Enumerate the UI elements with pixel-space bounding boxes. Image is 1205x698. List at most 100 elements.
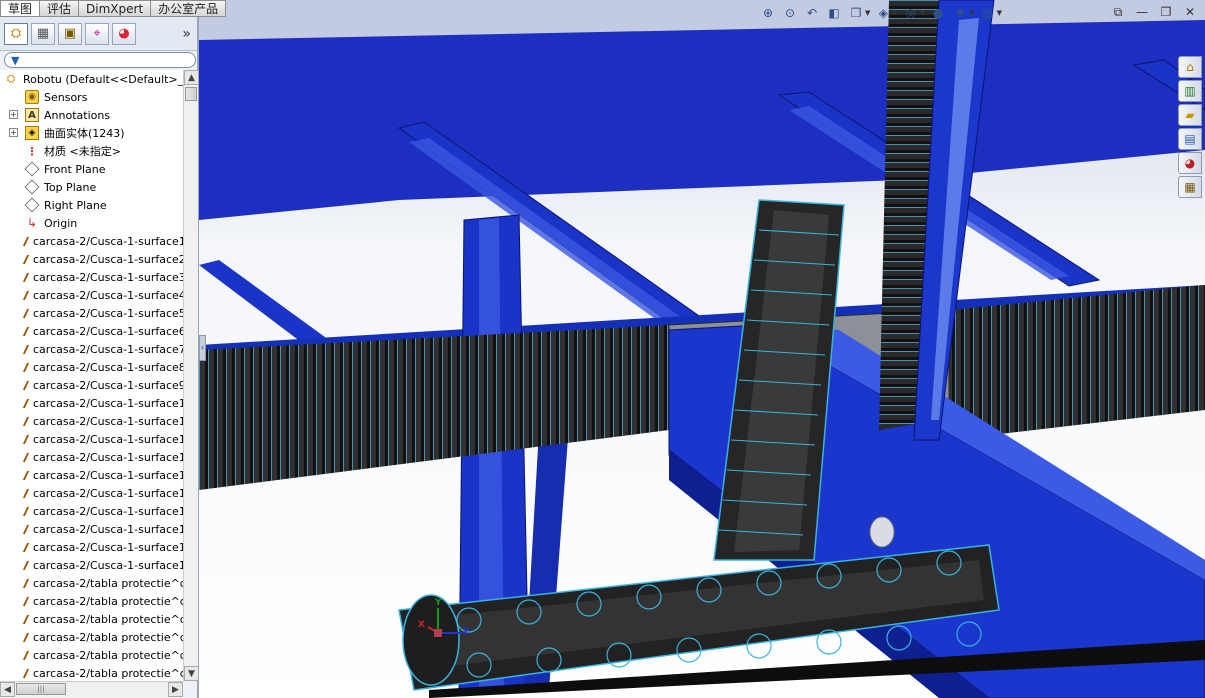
- surface-body-label: carcasa-2/Cusca-1-surface1(: [33, 396, 183, 410]
- surface-body-item[interactable]: carcasa-2/Cusca-1-surface1: [0, 412, 183, 430]
- surface-body-item[interactable]: carcasa-2/tabla protectie^ca: [0, 646, 183, 664]
- surface-body-item[interactable]: carcasa-2/Cusca-1-surface3: [0, 268, 183, 286]
- tree-root-assembly[interactable]: ⛭ Robotu (Default<<Default>_Dis: [0, 70, 183, 88]
- surface-body-item[interactable]: carcasa-2/tabla protectie^ca: [0, 592, 183, 610]
- scroll-right-arrow-icon[interactable]: ▶: [168, 682, 183, 697]
- tree-item[interactable]: + A Annotations: [0, 106, 183, 124]
- tab-sketch[interactable]: 草图: [0, 0, 41, 17]
- feature-tree-filter[interactable]: ▼: [4, 52, 196, 68]
- display-manager-tab[interactable]: ◕: [112, 22, 136, 45]
- tree-horizontal-scrollbar[interactable]: ◀ ||| ▶: [0, 681, 183, 697]
- tree-item[interactable]: ◉ Sensors: [0, 88, 183, 106]
- surface-body-item[interactable]: carcasa-2/Cusca-1-surface4: [0, 286, 183, 304]
- tree-items: ◉ Sensors + A Annotations + ◈ 曲面实体(1243) ⋮ 材质 <未指…: [0, 88, 183, 232]
- view-settings-icon[interactable]: ▤: [979, 4, 997, 22]
- funnel-icon: ▼: [11, 54, 20, 67]
- triad-x-label: X: [418, 620, 425, 630]
- surface-body-item[interactable]: carcasa-2/Cusca-1-surface1(: [0, 502, 183, 520]
- surface-body-item[interactable]: carcasa-2/Cusca-1-surface1{: [0, 538, 183, 556]
- tab-evaluate[interactable]: 评估: [40, 0, 80, 17]
- surface-body-item[interactable]: carcasa-2/Cusca-1-surface2: [0, 250, 183, 268]
- tree-vertical-scrollbar[interactable]: ▲ ▼: [183, 70, 199, 681]
- apply-scene-icon[interactable]: ✱: [951, 4, 969, 22]
- file-explorer-icon[interactable]: ▰: [1178, 104, 1202, 126]
- surface-body-item[interactable]: carcasa-2/Cusca-1-surface1·: [0, 466, 183, 484]
- triad-y-label: Y: [435, 598, 442, 608]
- surface-body-item[interactable]: carcasa-2/Cusca-1-surface1: [0, 484, 183, 502]
- expand-plus-icon[interactable]: +: [9, 128, 18, 137]
- display-style-icon[interactable]: ◈: [874, 4, 892, 22]
- surface-body-item[interactable]: carcasa-2/Cusca-1-surface1(: [0, 394, 183, 412]
- tab-office-products[interactable]: 办公室产品: [151, 0, 227, 17]
- configuration-icon: ▣: [63, 26, 77, 41]
- surface-body-item[interactable]: carcasa-2/tabla protectie^ca: [0, 574, 183, 592]
- feature-tree-tab[interactable]: ⛭: [4, 22, 28, 45]
- dropdown-arrow-icon[interactable]: ▼: [997, 9, 1002, 17]
- surface-body-item[interactable]: carcasa-2/Cusca-1-surface5: [0, 304, 183, 322]
- surface-body-label: carcasa-2/Cusca-1-surface5: [33, 306, 183, 320]
- pane-splitter-handle[interactable]: ‹: [199, 335, 206, 361]
- minimize-icon[interactable]: —: [1131, 4, 1153, 20]
- scroll-thumb[interactable]: [185, 87, 197, 101]
- close-icon[interactable]: ✕: [1179, 4, 1201, 20]
- design-library-icon[interactable]: ▥: [1178, 80, 1202, 102]
- hide-show-icon[interactable]: ◎: [902, 4, 920, 22]
- view-palette-icon[interactable]: ▤: [1178, 128, 1202, 150]
- dropdown-arrow-icon[interactable]: ▼: [969, 9, 974, 17]
- appearances-icon[interactable]: ◕: [1178, 152, 1202, 174]
- surface-body-label: carcasa-2/tabla protectie^ca: [33, 630, 183, 644]
- surface-body-item[interactable]: carcasa-2/Cusca-1-surface1: [0, 520, 183, 538]
- surface-body-item[interactable]: carcasa-2/tabla protectie^ca: [0, 664, 183, 681]
- surface-body-item[interactable]: carcasa-2/tabla protectie^ca: [0, 628, 183, 646]
- tree-item[interactable]: Front Plane: [0, 160, 183, 178]
- scroll-down-arrow-icon[interactable]: ▼: [184, 666, 199, 681]
- surface-body-item[interactable]: carcasa-2/tabla protectie^ca: [0, 610, 183, 628]
- expand-plus-icon[interactable]: +: [9, 110, 18, 119]
- dimxpert-manager-tab[interactable]: ⌖: [85, 22, 109, 45]
- restore-icon[interactable]: ❐: [1155, 4, 1177, 20]
- zoom-to-area-icon[interactable]: ⊙: [781, 4, 799, 22]
- custom-properties-icon[interactable]: ▦: [1178, 176, 1202, 198]
- surface-body-icon: [22, 308, 30, 318]
- surface-body-item[interactable]: carcasa-2/Cusca-1-surface9: [0, 376, 183, 394]
- surface-body-item[interactable]: carcasa-2/Cusca-1-surface1: [0, 232, 183, 250]
- tile-window-icon[interactable]: ⧉: [1107, 4, 1129, 20]
- surface-body-item[interactable]: carcasa-2/Cusca-1-surface1!: [0, 556, 183, 574]
- scroll-left-arrow-icon[interactable]: ◀: [0, 682, 15, 697]
- dropdown-arrow-icon[interactable]: ▼: [920, 9, 925, 17]
- surface-body-icon: [22, 416, 30, 426]
- home-icon[interactable]: ⌂: [1178, 56, 1202, 78]
- tree-item[interactable]: + ◈ 曲面实体(1243): [0, 124, 183, 142]
- dropdown-arrow-icon[interactable]: ▼: [865, 9, 870, 17]
- feature-manager-tab-bar: ⛭ ▦ ▣ ⌖ ◕ »: [0, 17, 197, 51]
- view-orientation-icon[interactable]: ❐: [847, 4, 865, 22]
- surface-body-item[interactable]: carcasa-2/Cusca-1-surface6: [0, 322, 183, 340]
- more-tabs-chevron[interactable]: »: [182, 26, 191, 42]
- surface-body-item[interactable]: carcasa-2/Cusca-1-surface7: [0, 340, 183, 358]
- surface-body-item[interactable]: carcasa-2/Cusca-1-surface1:: [0, 448, 183, 466]
- graphics-area[interactable]: ⊕ ⊙ ↶ ◧ ❐ ▼ ◈ ▼ ◎ ▼ ● ✱ ▼ ▤ ▼ ⧉ — ❐ ✕ ⌂ ▥ ▰ ▤ ◕ ▦ Y: [199, 0, 1205, 698]
- tree-item[interactable]: ⋮ 材质 <未指定>: [0, 142, 183, 160]
- horizontal-scroll-thumb[interactable]: |||: [16, 683, 66, 695]
- tree-item-label: Origin: [44, 216, 78, 230]
- edit-appearance-icon[interactable]: ●: [929, 4, 947, 22]
- surface-body-icon: [22, 632, 30, 642]
- zoom-to-fit-icon[interactable]: ⊕: [759, 4, 777, 22]
- section-view-icon[interactable]: ◧: [825, 4, 843, 22]
- tree-item[interactable]: Right Plane: [0, 196, 183, 214]
- surface-body-list: carcasa-2/Cusca-1-surface1 carcasa-2/Cusc…: [0, 232, 183, 681]
- surface-body-label: carcasa-2/Cusca-1-surface1:: [33, 450, 183, 464]
- surface-body-item[interactable]: carcasa-2/Cusca-1-surface1:: [0, 430, 183, 448]
- tree-item[interactable]: ↳ Origin: [0, 214, 183, 232]
- surface-body-label: carcasa-2/tabla protectie^ca: [33, 576, 183, 590]
- dimxpert-icon: ⌖: [93, 26, 101, 41]
- previous-view-icon[interactable]: ↶: [803, 4, 821, 22]
- surface-body-item[interactable]: carcasa-2/Cusca-1-surface8: [0, 358, 183, 376]
- property-manager-tab[interactable]: ▦: [31, 22, 55, 45]
- dropdown-arrow-icon[interactable]: ▼: [892, 9, 897, 17]
- scroll-up-arrow-icon[interactable]: ▲: [184, 70, 199, 85]
- tab-dimxpert[interactable]: DimXpert: [79, 0, 152, 17]
- surface-body-label: carcasa-2/Cusca-1-surface1: [33, 486, 183, 500]
- tree-item[interactable]: Top Plane: [0, 178, 183, 196]
- configuration-manager-tab[interactable]: ▣: [58, 22, 82, 45]
